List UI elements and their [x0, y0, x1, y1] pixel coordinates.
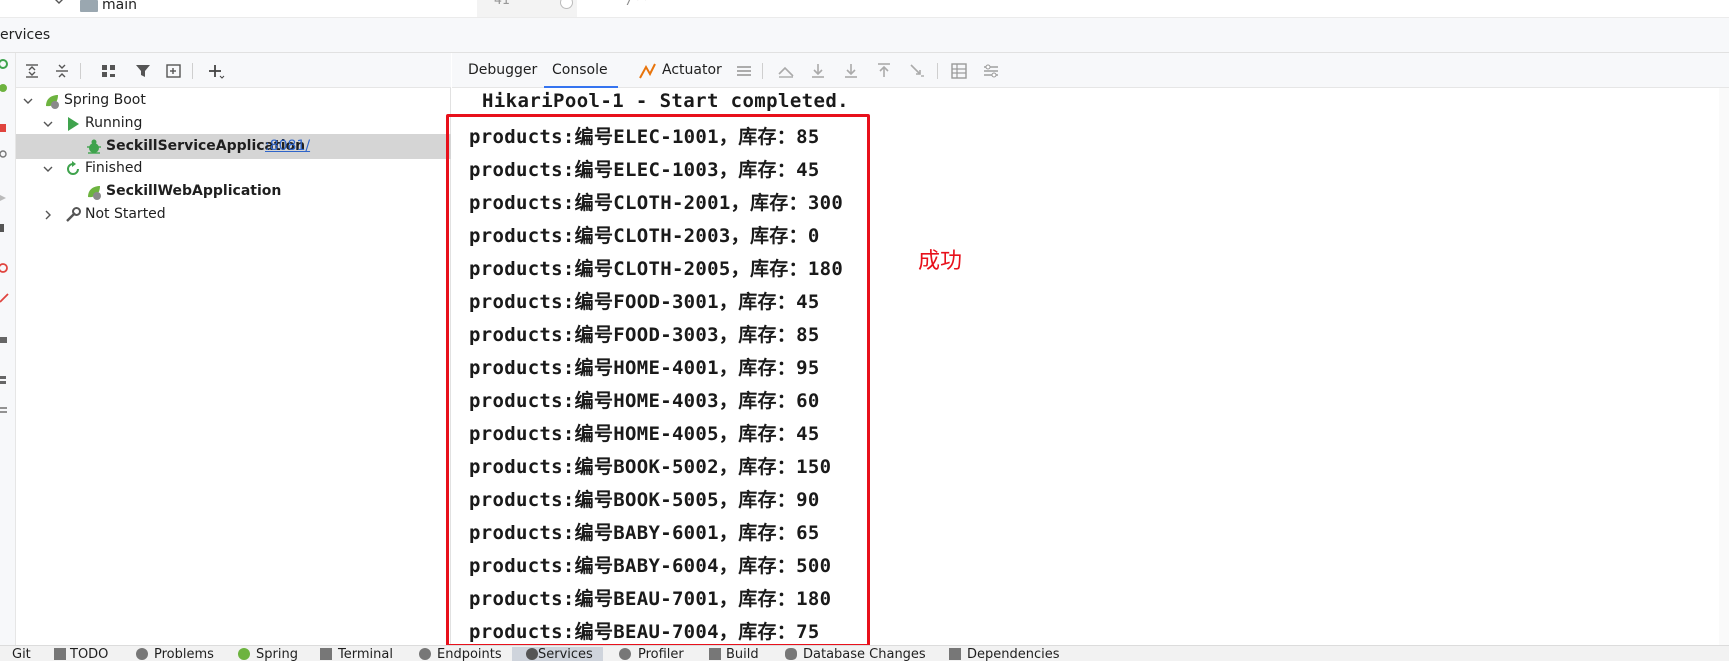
evaluate-expression-icon[interactable] — [950, 62, 968, 80]
hammer-icon — [709, 648, 721, 660]
services-action-strip — [0, 53, 16, 645]
terminal-icon — [320, 648, 332, 660]
tree-node-label: Spring Boot — [64, 92, 146, 108]
database-icon — [785, 648, 797, 660]
step-into-icon[interactable] — [842, 62, 860, 80]
run-tabbar: Debugger Console Actuator — [452, 53, 1729, 88]
tab-actuator[interactable]: Actuator — [662, 53, 722, 88]
dependencies-icon — [949, 648, 961, 660]
tab-console[interactable]: Console — [544, 53, 618, 88]
services-tree: Spring Boot Running SeckillServiceApplic… — [16, 88, 451, 645]
tree-node-not-started[interactable]: Not Started — [16, 202, 451, 227]
tab-label: Actuator — [662, 62, 722, 78]
toolwindow-database-changes[interactable]: Database Changes — [803, 647, 926, 661]
debug-icon[interactable] — [0, 83, 10, 93]
problems-icon — [136, 648, 148, 660]
spring-boot-icon — [88, 186, 101, 200]
tree-node-label: Running — [85, 115, 143, 131]
trace-settings-icon[interactable] — [982, 62, 1000, 80]
step-over-icon[interactable] — [809, 62, 827, 80]
tree-node-spring-boot[interactable]: Spring Boot — [16, 88, 451, 113]
toolwindow-dependencies[interactable]: Dependencies — [967, 647, 1060, 661]
highlight-rectangle — [446, 114, 870, 647]
tab-label: Console — [552, 62, 608, 78]
endpoints-icon — [419, 648, 431, 660]
toolwindow-spring[interactable]: Spring — [256, 647, 298, 661]
toolwindow-endpoints[interactable]: Endpoints — [437, 647, 502, 661]
actuator-icon — [639, 63, 656, 79]
layout-icon[interactable] — [0, 375, 10, 385]
toolwindow-problems[interactable]: Problems — [154, 647, 214, 661]
step-out-icon[interactable] — [875, 62, 893, 80]
mute-breakpoints-icon[interactable] — [0, 293, 10, 303]
services-icon — [526, 648, 538, 660]
camera-icon[interactable] — [0, 335, 10, 345]
restart-icon[interactable] — [0, 149, 10, 159]
chevron-down-icon[interactable] — [43, 164, 53, 174]
rerun-icon — [67, 161, 79, 175]
debug-bug-icon — [87, 139, 101, 154]
line-number: 41 — [494, 0, 510, 8]
profiler-icon — [619, 648, 631, 660]
toolwindow-profiler[interactable]: Profiler — [638, 647, 684, 661]
chevron-down-icon[interactable] — [23, 96, 33, 106]
run-to-cursor-icon[interactable] — [908, 62, 926, 80]
menu-lines-icon[interactable] — [735, 62, 753, 80]
toolbar-separator — [937, 63, 938, 79]
tree-node-finished[interactable]: Finished — [16, 156, 451, 181]
stop-icon[interactable] — [0, 123, 10, 133]
tab-label: Debugger — [468, 62, 538, 78]
services-header — [0, 18, 1729, 53]
spring-icon — [238, 648, 250, 660]
toolbar-separator — [762, 63, 763, 79]
collapse-all-icon[interactable] — [53, 62, 71, 80]
spring-boot-icon — [46, 95, 59, 109]
toolwindow-terminal[interactable]: Terminal — [338, 647, 393, 661]
list-icon — [54, 648, 66, 660]
pause-icon[interactable] — [0, 223, 10, 233]
console-line: HikariPool-1 - Start completed. — [482, 90, 850, 112]
chevron-down-icon[interactable] — [43, 119, 53, 129]
toolwindow-build[interactable]: Build — [726, 647, 759, 661]
run-icon — [68, 117, 79, 131]
project-tree-strip: main 41 /** — [0, 0, 1729, 18]
new-tab-icon[interactable] — [165, 62, 183, 80]
console-scrollbar[interactable] — [1719, 88, 1729, 645]
tree-node-label: SeckillWebApplication — [106, 183, 282, 199]
filter-icon[interactable] — [134, 62, 152, 80]
chevron-right-icon[interactable] — [43, 210, 53, 220]
success-annotation: 成功 — [918, 249, 963, 274]
tree-node-running[interactable]: Running — [16, 111, 451, 136]
tab-debugger[interactable]: Debugger — [468, 53, 537, 88]
toolwindow-git[interactable]: Git — [12, 647, 31, 661]
services-title: ervices — [0, 27, 51, 43]
folder-icon — [80, 0, 98, 12]
tree-node-seckill-web[interactable]: SeckillWebApplication — [16, 179, 451, 204]
editor-code-fragment: /** — [626, 0, 650, 8]
expand-all-icon[interactable] — [23, 62, 41, 80]
chevron-down-icon[interactable] — [54, 0, 64, 6]
toolbar-separator — [80, 63, 81, 79]
show-execution-point-icon[interactable] — [777, 62, 795, 80]
rerun-icon[interactable] — [0, 59, 10, 69]
settings-icon[interactable] — [0, 405, 10, 415]
breakpoints-icon[interactable] — [0, 263, 10, 273]
toolwindow-todo[interactable]: TODO — [70, 647, 108, 661]
tree-node-label: Not Started — [85, 206, 166, 222]
port-link[interactable]: :8081/ — [265, 138, 310, 154]
add-service-icon[interactable] — [207, 62, 225, 80]
tree-node-label: Finished — [85, 160, 143, 176]
folder-label[interactable]: main — [102, 0, 137, 13]
resume-icon[interactable] — [0, 193, 10, 203]
toolbar-separator — [192, 63, 193, 79]
tool-window-bar: Git TODO Problems Spring Terminal Endpoi… — [0, 645, 1729, 661]
services-tree-toolbar — [16, 53, 451, 88]
group-by-icon[interactable] — [100, 62, 118, 80]
wrench-icon — [66, 207, 81, 222]
